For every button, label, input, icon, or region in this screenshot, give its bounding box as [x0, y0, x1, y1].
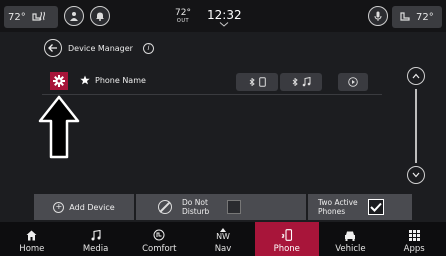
plus-circle-icon: + [53, 201, 65, 213]
nav-heading: NW [216, 231, 230, 241]
phone-connection-button[interactable] [236, 73, 278, 91]
nav-comfort-label: Comfort [142, 244, 177, 254]
microphone-icon [374, 11, 382, 21]
music-note-icon [302, 77, 310, 87]
play-circle-icon [348, 77, 358, 87]
nav-home[interactable]: Home [0, 222, 64, 256]
scroll-down-button[interactable] [407, 166, 425, 184]
action-bar: + Add Device Do Not Disturb Two Active P… [34, 194, 412, 220]
tap-line-1: Two Active [318, 198, 358, 207]
compass-icon: NW [216, 227, 230, 241]
bluetooth-icon [292, 78, 298, 86]
do-not-disturb-icon [158, 200, 172, 214]
driver-temp: 72° [8, 11, 26, 23]
chevron-down-icon[interactable] [219, 22, 229, 27]
stream-button[interactable] [338, 73, 368, 91]
music-note-icon [91, 229, 101, 241]
driver-climate-button[interactable]: 72° [4, 6, 58, 28]
do-not-disturb-label: Do Not Disturb [182, 198, 209, 216]
device-name-label: Phone Name [95, 75, 146, 85]
two-active-phones-toggle[interactable]: Two Active Phones [308, 194, 412, 220]
nav-vehicle[interactable]: Vehicle [319, 222, 383, 256]
outside-temp-label: OUT [176, 18, 190, 24]
grid-icon [408, 229, 420, 241]
clock: 12:32 [207, 8, 242, 22]
star-icon [80, 75, 90, 85]
do-not-disturb-toggle[interactable]: Do Not Disturb [136, 194, 306, 220]
scroll-up-button[interactable] [407, 67, 425, 85]
gear-icon [53, 75, 65, 87]
person-icon [70, 12, 78, 21]
add-device-label: Add Device [69, 202, 115, 212]
nav-nav-label: Nav [214, 244, 232, 254]
annotation-arrow-icon [38, 95, 80, 159]
device-row[interactable]: Phone Name [42, 69, 382, 95]
device-settings-button[interactable] [50, 72, 68, 90]
scrollbar-track[interactable] [415, 89, 417, 163]
info-icon[interactable]: i [142, 42, 154, 54]
passenger-temp: 72° [416, 11, 434, 23]
do-not-disturb-checkbox[interactable] [227, 200, 242, 214]
arrow-left-icon [48, 44, 57, 52]
bottom-nav: Home Media Comfort NW Nav Phone Vehicle … [0, 222, 446, 256]
nav-comfort[interactable]: Comfort [127, 222, 191, 256]
passenger-climate-button[interactable]: 72° [392, 6, 442, 28]
seat-climate-icon [153, 229, 165, 241]
notifications-button[interactable] [90, 6, 110, 26]
bell-icon [96, 12, 104, 21]
status-bar: 72° 72° OUT 12:32 72° [0, 0, 446, 32]
nav-home-label: Home [19, 244, 45, 254]
page-header: Device Manager i [44, 39, 154, 57]
outside-temp: 72° OUT [175, 9, 191, 25]
dnd-line-1: Do Not [182, 198, 208, 207]
passenger-seat-icon [398, 10, 412, 25]
chevron-up-icon [412, 73, 420, 79]
dnd-line-2: Disturb [182, 207, 210, 216]
phone-icon [281, 229, 293, 241]
nav-phone-label: Phone [273, 244, 300, 254]
home-icon [26, 229, 37, 241]
back-button[interactable] [44, 39, 62, 57]
driver-profile-button[interactable] [64, 6, 84, 26]
device-name: Phone Name [80, 75, 146, 85]
page-title: Device Manager [68, 43, 133, 53]
nav-phone[interactable]: Phone [254, 222, 319, 256]
phone-icon [258, 77, 266, 87]
car-icon [344, 229, 356, 241]
nav-apps[interactable]: Apps [382, 222, 446, 256]
nav-vehicle-label: Vehicle [335, 244, 366, 254]
tap-line-2: Phones [318, 207, 346, 216]
bluetooth-icon [249, 78, 255, 86]
nav-media-label: Media [82, 244, 109, 254]
checkmark-icon [369, 202, 382, 212]
heated-seat-icon [31, 10, 47, 25]
nav-media[interactable]: Media [64, 222, 128, 256]
nav-nav[interactable]: NW Nav [191, 222, 255, 256]
audio-connection-button[interactable] [280, 73, 322, 91]
two-active-phones-checkbox[interactable] [367, 199, 384, 215]
chevron-down-icon [412, 172, 420, 178]
main-content: Device Manager i Phone Name + Add Device… [0, 32, 446, 222]
two-active-phones-label: Two Active Phones [318, 198, 358, 216]
add-device-button[interactable]: + Add Device [34, 194, 134, 220]
nav-apps-label: Apps [403, 244, 425, 254]
voice-button[interactable] [368, 6, 388, 26]
